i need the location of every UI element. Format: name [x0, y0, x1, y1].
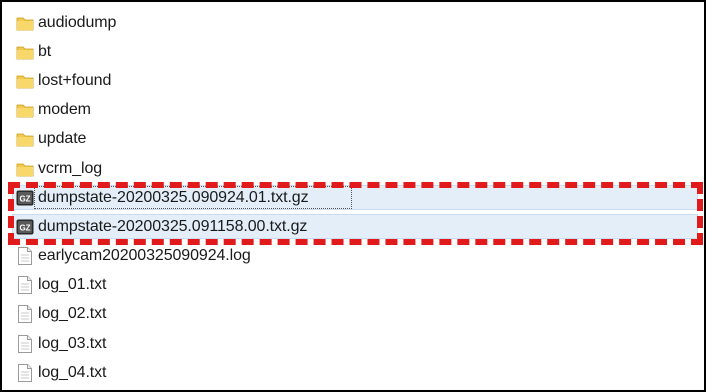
file-list-window: audiodump bt lost+found modem update vcr… — [0, 0, 706, 392]
file-name: dumpstate-20200325.090924.01.txt.gz — [38, 188, 309, 206]
list-item-text-file[interactable]: earlycam20200325090924.log — [16, 242, 700, 271]
file-name: lost+found — [38, 71, 112, 89]
text-file-icon — [16, 363, 34, 382]
folder-icon — [16, 43, 34, 61]
list-item-folder[interactable]: bt — [16, 37, 700, 66]
file-name: log_03.txt — [38, 334, 107, 352]
file-name: dumpstate-20200325.091158.00.txt.gz — [38, 217, 308, 235]
file-list: audiodump bt lost+found modem update vcr… — [12, 8, 700, 387]
folder-icon — [16, 72, 34, 90]
gz-badge: GZ — [19, 194, 30, 203]
gz-archive-icon: GZ — [16, 189, 34, 207]
text-file-icon — [16, 334, 34, 353]
folder-icon — [16, 14, 34, 32]
folder-icon — [16, 130, 34, 148]
file-name: vcrm_log — [38, 159, 103, 177]
list-item-folder[interactable]: update — [16, 125, 700, 154]
file-name: log_04.txt — [38, 363, 107, 381]
gz-badge: GZ — [19, 223, 30, 232]
folder-icon — [16, 101, 34, 119]
text-file-icon — [16, 305, 34, 324]
list-item-folder[interactable]: modem — [16, 96, 700, 125]
file-name: log_02.txt — [38, 305, 107, 323]
list-item-text-file[interactable]: log_01.txt — [16, 271, 700, 300]
list-item-folder[interactable]: lost+found — [16, 66, 700, 95]
file-name: earlycam20200325090924.log — [38, 247, 251, 265]
text-file-icon — [16, 276, 34, 295]
file-name: audiodump — [38, 13, 117, 31]
list-item-folder[interactable]: audiodump — [16, 8, 700, 37]
list-item-text-file[interactable]: log_03.txt — [16, 329, 700, 358]
list-item-folder[interactable]: vcrm_log — [16, 154, 700, 183]
list-item-gz-file[interactable]: GZ dumpstate-20200325.091158.00.txt.gz — [12, 212, 700, 241]
file-name: modem — [38, 101, 91, 119]
file-name: log_01.txt — [38, 276, 107, 294]
gz-archive-icon: GZ — [16, 218, 34, 236]
file-name: update — [38, 130, 87, 148]
folder-icon — [16, 160, 34, 178]
list-item-text-file[interactable]: log_02.txt — [16, 300, 700, 329]
file-name: bt — [38, 42, 52, 60]
list-item-gz-file[interactable]: GZ dumpstate-20200325.090924.01.txt.gz — [12, 183, 700, 212]
text-file-icon — [16, 247, 34, 266]
list-item-text-file[interactable]: log_04.txt — [16, 358, 700, 387]
